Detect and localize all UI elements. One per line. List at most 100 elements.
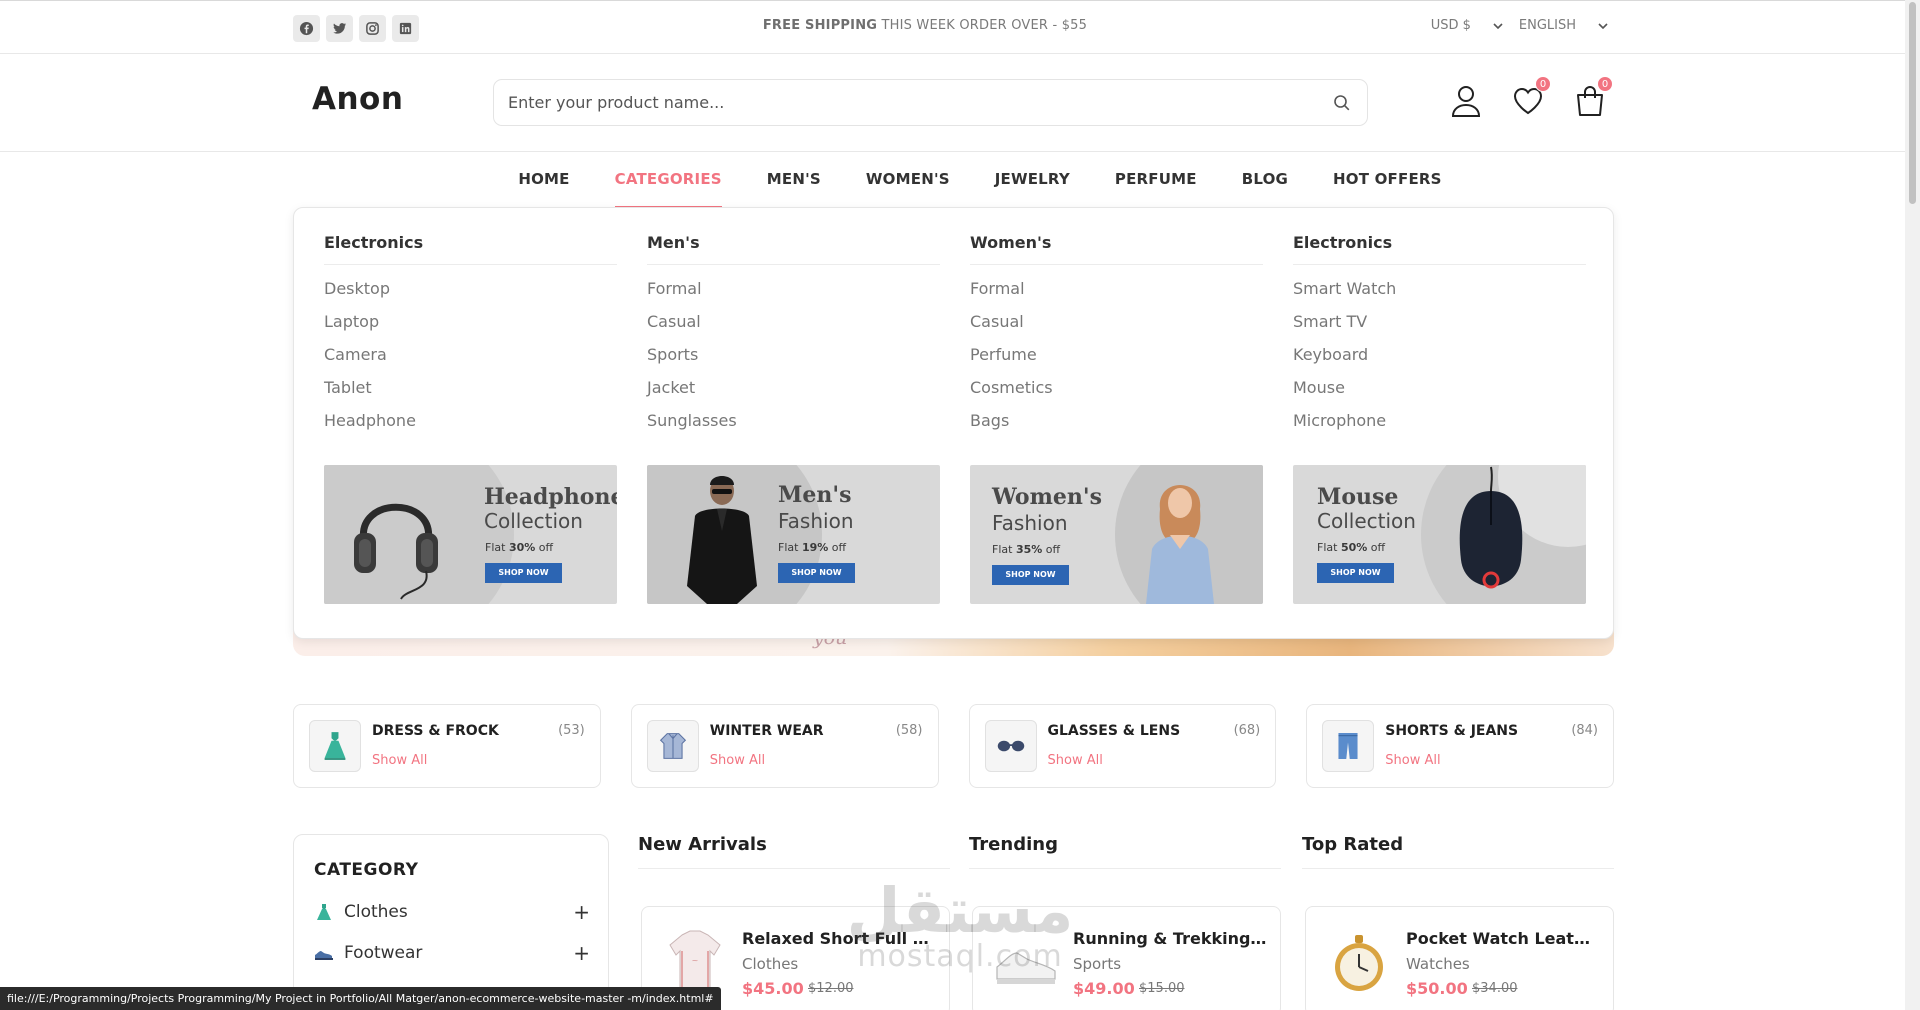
shop-now-button[interactable]: SHOP NOW bbox=[1317, 563, 1394, 583]
dropdown-link[interactable]: Sunglasses bbox=[647, 411, 940, 444]
product-category[interactable]: Clothes bbox=[742, 955, 798, 973]
product-category[interactable]: Sports bbox=[1073, 955, 1121, 973]
sidebar-item-footwear[interactable]: Footwear + bbox=[314, 938, 590, 968]
dropdown-link[interactable]: Laptop bbox=[324, 312, 617, 345]
promo-title: Mouse bbox=[1317, 484, 1399, 510]
promo-banner-mouse[interactable]: Mouse Collection Flat 50% off SHOP NOW bbox=[1293, 465, 1586, 604]
dropdown-link[interactable]: Casual bbox=[647, 312, 940, 345]
dropdown-link[interactable]: Sports bbox=[647, 345, 940, 378]
category-card[interactable]: DRESS & FROCK (53) Show All bbox=[293, 704, 601, 788]
language-select[interactable]: ENGLISH bbox=[1519, 18, 1608, 33]
nav-blog[interactable]: BLOG bbox=[1242, 170, 1288, 208]
promo-off-label: off bbox=[1367, 541, 1386, 554]
dropdown-link[interactable]: Keyboard bbox=[1293, 345, 1586, 378]
dropdown-column-title[interactable]: Men's bbox=[647, 233, 940, 265]
category-card[interactable]: SHORTS & JEANS (84) Show All bbox=[1306, 704, 1614, 788]
promo-flat-label: Flat bbox=[1317, 541, 1341, 554]
dropdown-link[interactable]: Smart Watch bbox=[1293, 279, 1586, 312]
show-all-link[interactable]: Show All bbox=[372, 753, 427, 768]
dropdown-link[interactable]: Tablet bbox=[324, 378, 617, 411]
dropdown-column: Men's Formal Casual Sports Jacket Sungla… bbox=[647, 233, 940, 604]
dropdown-link[interactable]: Bags bbox=[970, 411, 1263, 444]
promo-banner-womens[interactable]: Women's Fashion Flat 35% off SHOP NOW bbox=[970, 465, 1263, 604]
show-all-link[interactable]: Show All bbox=[1385, 753, 1440, 768]
dropdown-link[interactable]: Formal bbox=[647, 279, 940, 312]
dropdown-link[interactable]: Cosmetics bbox=[970, 378, 1263, 411]
category-card[interactable]: GLASSES & LENS (68) Show All bbox=[968, 704, 1277, 788]
expand-plus-icon[interactable]: + bbox=[573, 941, 590, 965]
product-title[interactable]: Relaxed Short Full Sleeve T-Shirt bbox=[742, 929, 937, 948]
sidebar-item-label: Footwear bbox=[344, 943, 423, 963]
promo-subtitle: Collection bbox=[484, 509, 583, 533]
search-input[interactable] bbox=[494, 80, 1314, 125]
dropdown-link[interactable]: Mouse bbox=[1293, 378, 1586, 411]
shop-now-button[interactable]: SHOP NOW bbox=[485, 563, 562, 583]
product-card[interactable]: Pocket Watch Leather Pouch Watches $50.0… bbox=[1305, 906, 1614, 1010]
shop-now-button[interactable]: SHOP NOW bbox=[778, 563, 855, 583]
trending-section: Trending Running & Trekking Shoes - Whit… bbox=[969, 834, 1281, 1010]
category-card[interactable]: WINTER WEAR (58) Show All bbox=[630, 704, 939, 788]
page: { "topbar": { "social_icons": ["facebook… bbox=[0, 0, 1920, 1010]
nav-hot-offers[interactable]: HOT OFFERS bbox=[1333, 170, 1442, 208]
search-icon[interactable] bbox=[1333, 94, 1351, 112]
expand-plus-icon[interactable]: + bbox=[573, 900, 590, 924]
pocket-watch-icon bbox=[1335, 935, 1383, 991]
promo-subtitle: Fashion bbox=[992, 511, 1068, 535]
promo-subtitle: Fashion bbox=[778, 509, 854, 533]
chevron-down-icon bbox=[1598, 22, 1608, 29]
dropdown-column-title[interactable]: Electronics bbox=[1293, 233, 1586, 265]
shop-now-button[interactable]: SHOP NOW bbox=[992, 565, 1069, 585]
nav-jewelry[interactable]: JEWELRY bbox=[995, 170, 1070, 208]
wishlist-button[interactable]: 0 bbox=[1512, 76, 1551, 118]
dropdown-link[interactable]: Headphone bbox=[324, 411, 617, 444]
promo-discount: Flat 19% off bbox=[778, 541, 846, 554]
shoe-icon bbox=[996, 952, 1056, 984]
scrollbar-thumb[interactable] bbox=[1909, 2, 1916, 204]
header-actions: 0 0 bbox=[1450, 76, 1613, 118]
promo-banner-headphone[interactable]: Headphone Collection Flat 30% off SHOP N… bbox=[324, 465, 617, 604]
product-title[interactable]: Running & Trekking Shoes - White bbox=[1073, 929, 1268, 948]
user-icon bbox=[1451, 86, 1481, 117]
headphone-image-icon bbox=[354, 503, 438, 600]
top-bar: FREE SHIPPING THIS WEEK ORDER OVER - $55… bbox=[0, 0, 1905, 54]
promo-flat-label: Flat bbox=[778, 541, 802, 554]
dropdown-link[interactable]: Formal bbox=[970, 279, 1263, 312]
promo-title: Headphone bbox=[484, 484, 617, 510]
category-count: (53) bbox=[558, 723, 585, 738]
dropdown-link[interactable]: Smart TV bbox=[1293, 312, 1586, 345]
glasses-icon bbox=[984, 720, 1037, 772]
nav-home[interactable]: HOME bbox=[518, 170, 569, 208]
category-name: SHORTS & JEANS bbox=[1385, 723, 1519, 739]
dropdown-link[interactable]: Casual bbox=[970, 312, 1263, 345]
dropdown-link[interactable]: Microphone bbox=[1293, 411, 1586, 444]
dropdown-column-title[interactable]: Women's bbox=[970, 233, 1263, 265]
dropdown-link[interactable]: Perfume bbox=[970, 345, 1263, 378]
nav-womens[interactable]: WOMEN'S bbox=[866, 170, 950, 208]
dropdown-link[interactable]: Camera bbox=[324, 345, 617, 378]
dropdown-link[interactable]: Desktop bbox=[324, 279, 617, 312]
dropdown-link[interactable]: Jacket bbox=[647, 378, 940, 411]
promo-banner-mens[interactable]: Men's Fashion Flat 19% off SHOP NOW bbox=[647, 465, 940, 604]
site-logo[interactable]: Anon bbox=[312, 81, 403, 117]
jacket-icon bbox=[646, 720, 699, 772]
nav-mens[interactable]: MEN'S bbox=[767, 170, 821, 208]
category-count: (84) bbox=[1571, 723, 1598, 738]
nav-categories[interactable]: CATEGORIES bbox=[614, 170, 722, 208]
search-box bbox=[493, 79, 1368, 126]
currency-select[interactable]: USD $ bbox=[1431, 18, 1503, 33]
cart-button[interactable]: 0 bbox=[1574, 76, 1613, 118]
product-card[interactable]: Running & Trekking Shoes - White Sports … bbox=[972, 906, 1281, 1010]
nav-perfume[interactable]: PERFUME bbox=[1115, 170, 1197, 208]
sidebar-item-clothes[interactable]: Clothes + bbox=[314, 897, 590, 927]
show-all-link[interactable]: Show All bbox=[1048, 753, 1103, 768]
sidebar-title: CATEGORY bbox=[314, 860, 419, 880]
product-title[interactable]: Pocket Watch Leather Pouch bbox=[1406, 929, 1601, 948]
promo-discount: Flat 30% off bbox=[485, 541, 553, 554]
user-account-button[interactable] bbox=[1450, 84, 1482, 118]
product-category[interactable]: Watches bbox=[1406, 955, 1470, 973]
dropdown-column-title[interactable]: Electronics bbox=[324, 233, 617, 265]
new-arrivals-section: New Arrivals ~ Relaxed Short Full Sleeve… bbox=[638, 834, 950, 1010]
product-old-price: $34.00 bbox=[1472, 981, 1518, 996]
show-all-link[interactable]: Show All bbox=[710, 753, 765, 768]
promo-off-label: off bbox=[828, 541, 847, 554]
